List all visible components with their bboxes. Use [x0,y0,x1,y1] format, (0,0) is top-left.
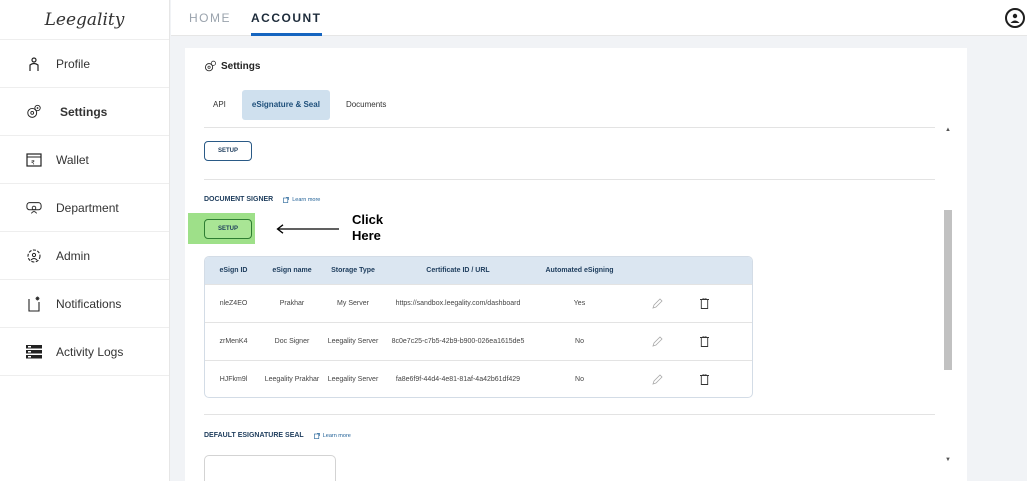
setup-button-document-signer[interactable]: SETUP [204,219,252,239]
cell-certificate: 8c0e7c25-c7b5-42b9-b900-026ea1615de5 [391,338,525,345]
delete-icon[interactable] [687,374,722,385]
sidebar-item-label: Wallet [56,152,89,167]
column-header: Certificate ID / URL [426,267,490,274]
document-signer-heading: DOCUMENT SIGNER Learn more [204,196,320,203]
learn-more-text: Learn more [322,432,351,439]
esign-table: eSign ID eSign name Storage Type Certifi… [204,256,753,398]
scroll-up-icon[interactable]: ▲ [944,127,952,133]
delete-icon[interactable] [687,336,722,347]
scrollbar[interactable]: ▲ ▼ [943,127,952,463]
cell-esign-id: HJFkm9l [219,376,248,383]
sidebar-item-activity-logs[interactable]: Activity Logs [0,328,169,376]
person-icon [26,56,42,72]
tab-api[interactable]: API [203,90,236,120]
tab-esignature-seal[interactable]: eSignature & Seal [241,90,330,120]
edit-icon[interactable] [627,374,687,385]
app-logo: Leegality [0,0,169,40]
tab-documents[interactable]: Documents [336,90,396,120]
cell-esign-name: Leegality Prakhar [264,376,320,383]
cell-certificate: https://sandbox.leegality.com/dashboard [395,300,521,307]
sidebar-item-label: Activity Logs [56,344,124,359]
column-header: eSign name [272,267,312,274]
wallet-icon: ₹ [26,152,42,168]
scroll-down-icon[interactable]: ▼ [944,457,952,463]
column-header: Storage Type [331,267,375,274]
learn-more-link[interactable]: Learn more [283,197,320,203]
setup-button-top[interactable]: SETUP [204,141,252,161]
click-here-annotation: Click Here [352,212,383,244]
external-link-icon [313,432,320,439]
logs-icon [26,344,42,360]
column-header: Automated eSigning [545,267,614,274]
arrow-left-icon [276,224,339,234]
settings-tabs: API eSignature & Seal Documents [203,90,402,120]
svg-text:₹: ₹ [31,159,35,166]
cell-certificate: fa8e6f9f-44d4-4e81-81af-4a42b61df429 [395,376,521,383]
section-title: DEFAULT ESIGNATURE SEAL [204,432,304,439]
cell-esign-name: Prakhar [279,300,305,307]
gears-icon [205,60,216,72]
sidebar-item-label: Settings [60,104,108,119]
column-header: eSign ID [219,267,248,274]
table-header: eSign ID eSign name Storage Type Certifi… [205,257,752,284]
sidebar-item-label: Admin [56,248,91,263]
top-nav: HOME ACCOUNT [189,0,342,36]
sidebar-item-notifications[interactable]: Notifications [0,280,169,328]
external-link-icon [283,196,290,203]
panel-title-text: Settings [221,61,261,72]
sidebar: Leegality Profile Settings ₹ Wallet Depa… [0,0,170,481]
cell-automated: No [575,338,584,345]
edit-icon[interactable] [627,336,687,347]
delete-icon[interactable] [687,298,722,309]
divider [204,179,935,180]
bell-icon [26,296,42,312]
gears-icon [26,104,42,120]
sidebar-item-label: Department [56,200,119,215]
admin-gear-icon [26,248,42,264]
divider [204,127,935,128]
annotation-line: Here [352,228,381,243]
cell-automated: Yes [573,300,586,307]
table-row: HJFkm9l Leegality Prakhar Leegality Serv… [205,360,752,397]
divider [204,414,935,415]
sidebar-item-label: Notifications [56,296,122,311]
section-title: DOCUMENT SIGNER [204,196,274,203]
sidebar-item-wallet[interactable]: ₹ Wallet [0,136,169,184]
learn-more-link[interactable]: Learn more [313,432,351,439]
edit-icon[interactable] [627,298,687,309]
cell-automated: No [575,376,584,383]
cell-esign-name: Doc Signer [274,338,310,345]
cell-storage-type: Leegality Server [327,338,379,345]
settings-panel: Settings API eSignature & Seal Documents… [185,48,967,481]
cell-storage-type: My Server [337,300,369,307]
sidebar-item-label: Profile [56,56,91,71]
department-icon [26,200,42,216]
nav-home[interactable]: HOME [189,0,231,36]
annotation-line: Click [352,212,384,227]
sidebar-item-admin[interactable]: Admin [0,232,169,280]
panel-title: Settings [204,60,260,73]
table-row: nleZ4EO Prakhar My Server https://sandbo… [205,284,752,322]
cell-esign-id: zrMenK4 [219,338,248,345]
learn-more-text: Learn more [292,196,321,203]
seal-preview-box [204,455,336,481]
sidebar-item-settings[interactable]: Settings [0,88,169,136]
default-seal-heading: DEFAULT ESIGNATURE SEAL Learn more [204,432,351,439]
cell-storage-type: Leegality Server [327,376,379,383]
scrollbar-thumb[interactable] [944,210,952,370]
user-account-icon[interactable] [1005,8,1025,28]
top-bar: HOME ACCOUNT [171,0,1027,36]
table-row: zrMenK4 Doc Signer Leegality Server 8c0e… [205,322,752,360]
cell-esign-id: nleZ4EO [219,300,248,307]
nav-account[interactable]: ACCOUNT [251,0,322,36]
sidebar-item-profile[interactable]: Profile [0,40,169,88]
sidebar-item-department[interactable]: Department [0,184,169,232]
